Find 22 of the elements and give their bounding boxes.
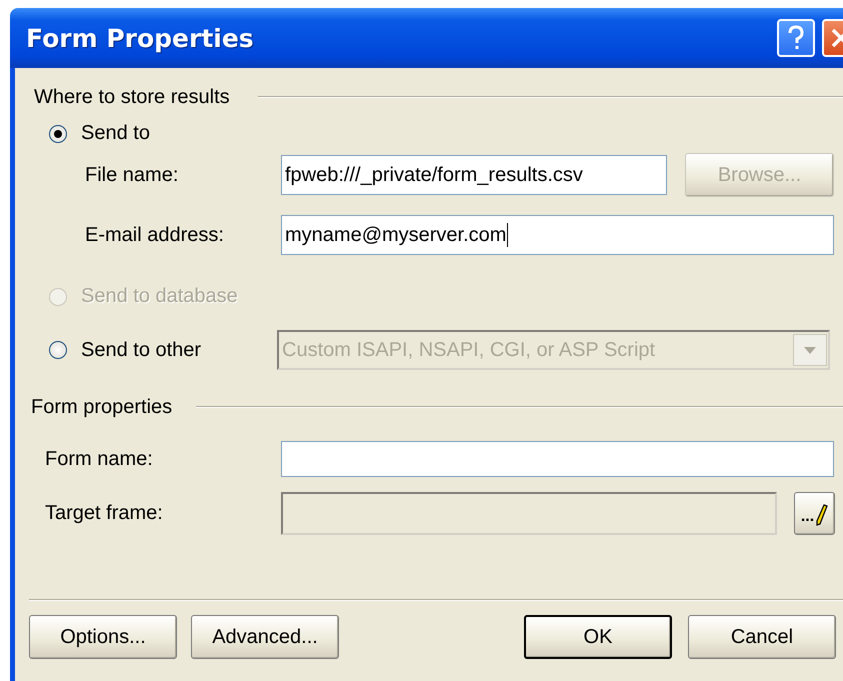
radio-button[interactable] <box>49 341 67 359</box>
field-label: Target frame: <box>45 502 164 525</box>
radio-label[interactable]: Send to <box>81 122 150 145</box>
group-heading: Where to store results <box>34 86 230 108</box>
radio-button[interactable] <box>49 124 67 142</box>
field-label: File name: <box>85 164 180 186</box>
input-field[interactable] <box>281 441 834 477</box>
window-title: Form Properties <box>26 24 255 52</box>
field-label: E-mail address: <box>85 224 225 246</box>
dialog-button[interactable]: OK <box>524 615 672 659</box>
help-icon <box>788 25 804 51</box>
group-heading: Form properties <box>31 396 172 418</box>
field-label: Form name: <box>45 448 154 470</box>
input-field[interactable]: myname@myserver.com <box>281 215 834 255</box>
radio-label[interactable]: Send to other <box>81 338 202 362</box>
help-button[interactable] <box>777 19 815 57</box>
dropdown-arrow-icon <box>804 346 816 354</box>
dialog-button[interactable]: Options... <box>29 615 177 659</box>
pencil-icon <box>816 504 828 526</box>
dialog-button[interactable]: Cancel <box>688 615 836 659</box>
dialog-button[interactable]: Advanced... <box>191 615 339 659</box>
input-field[interactable]: fpweb:///_private/form_results.csv <box>281 155 667 195</box>
